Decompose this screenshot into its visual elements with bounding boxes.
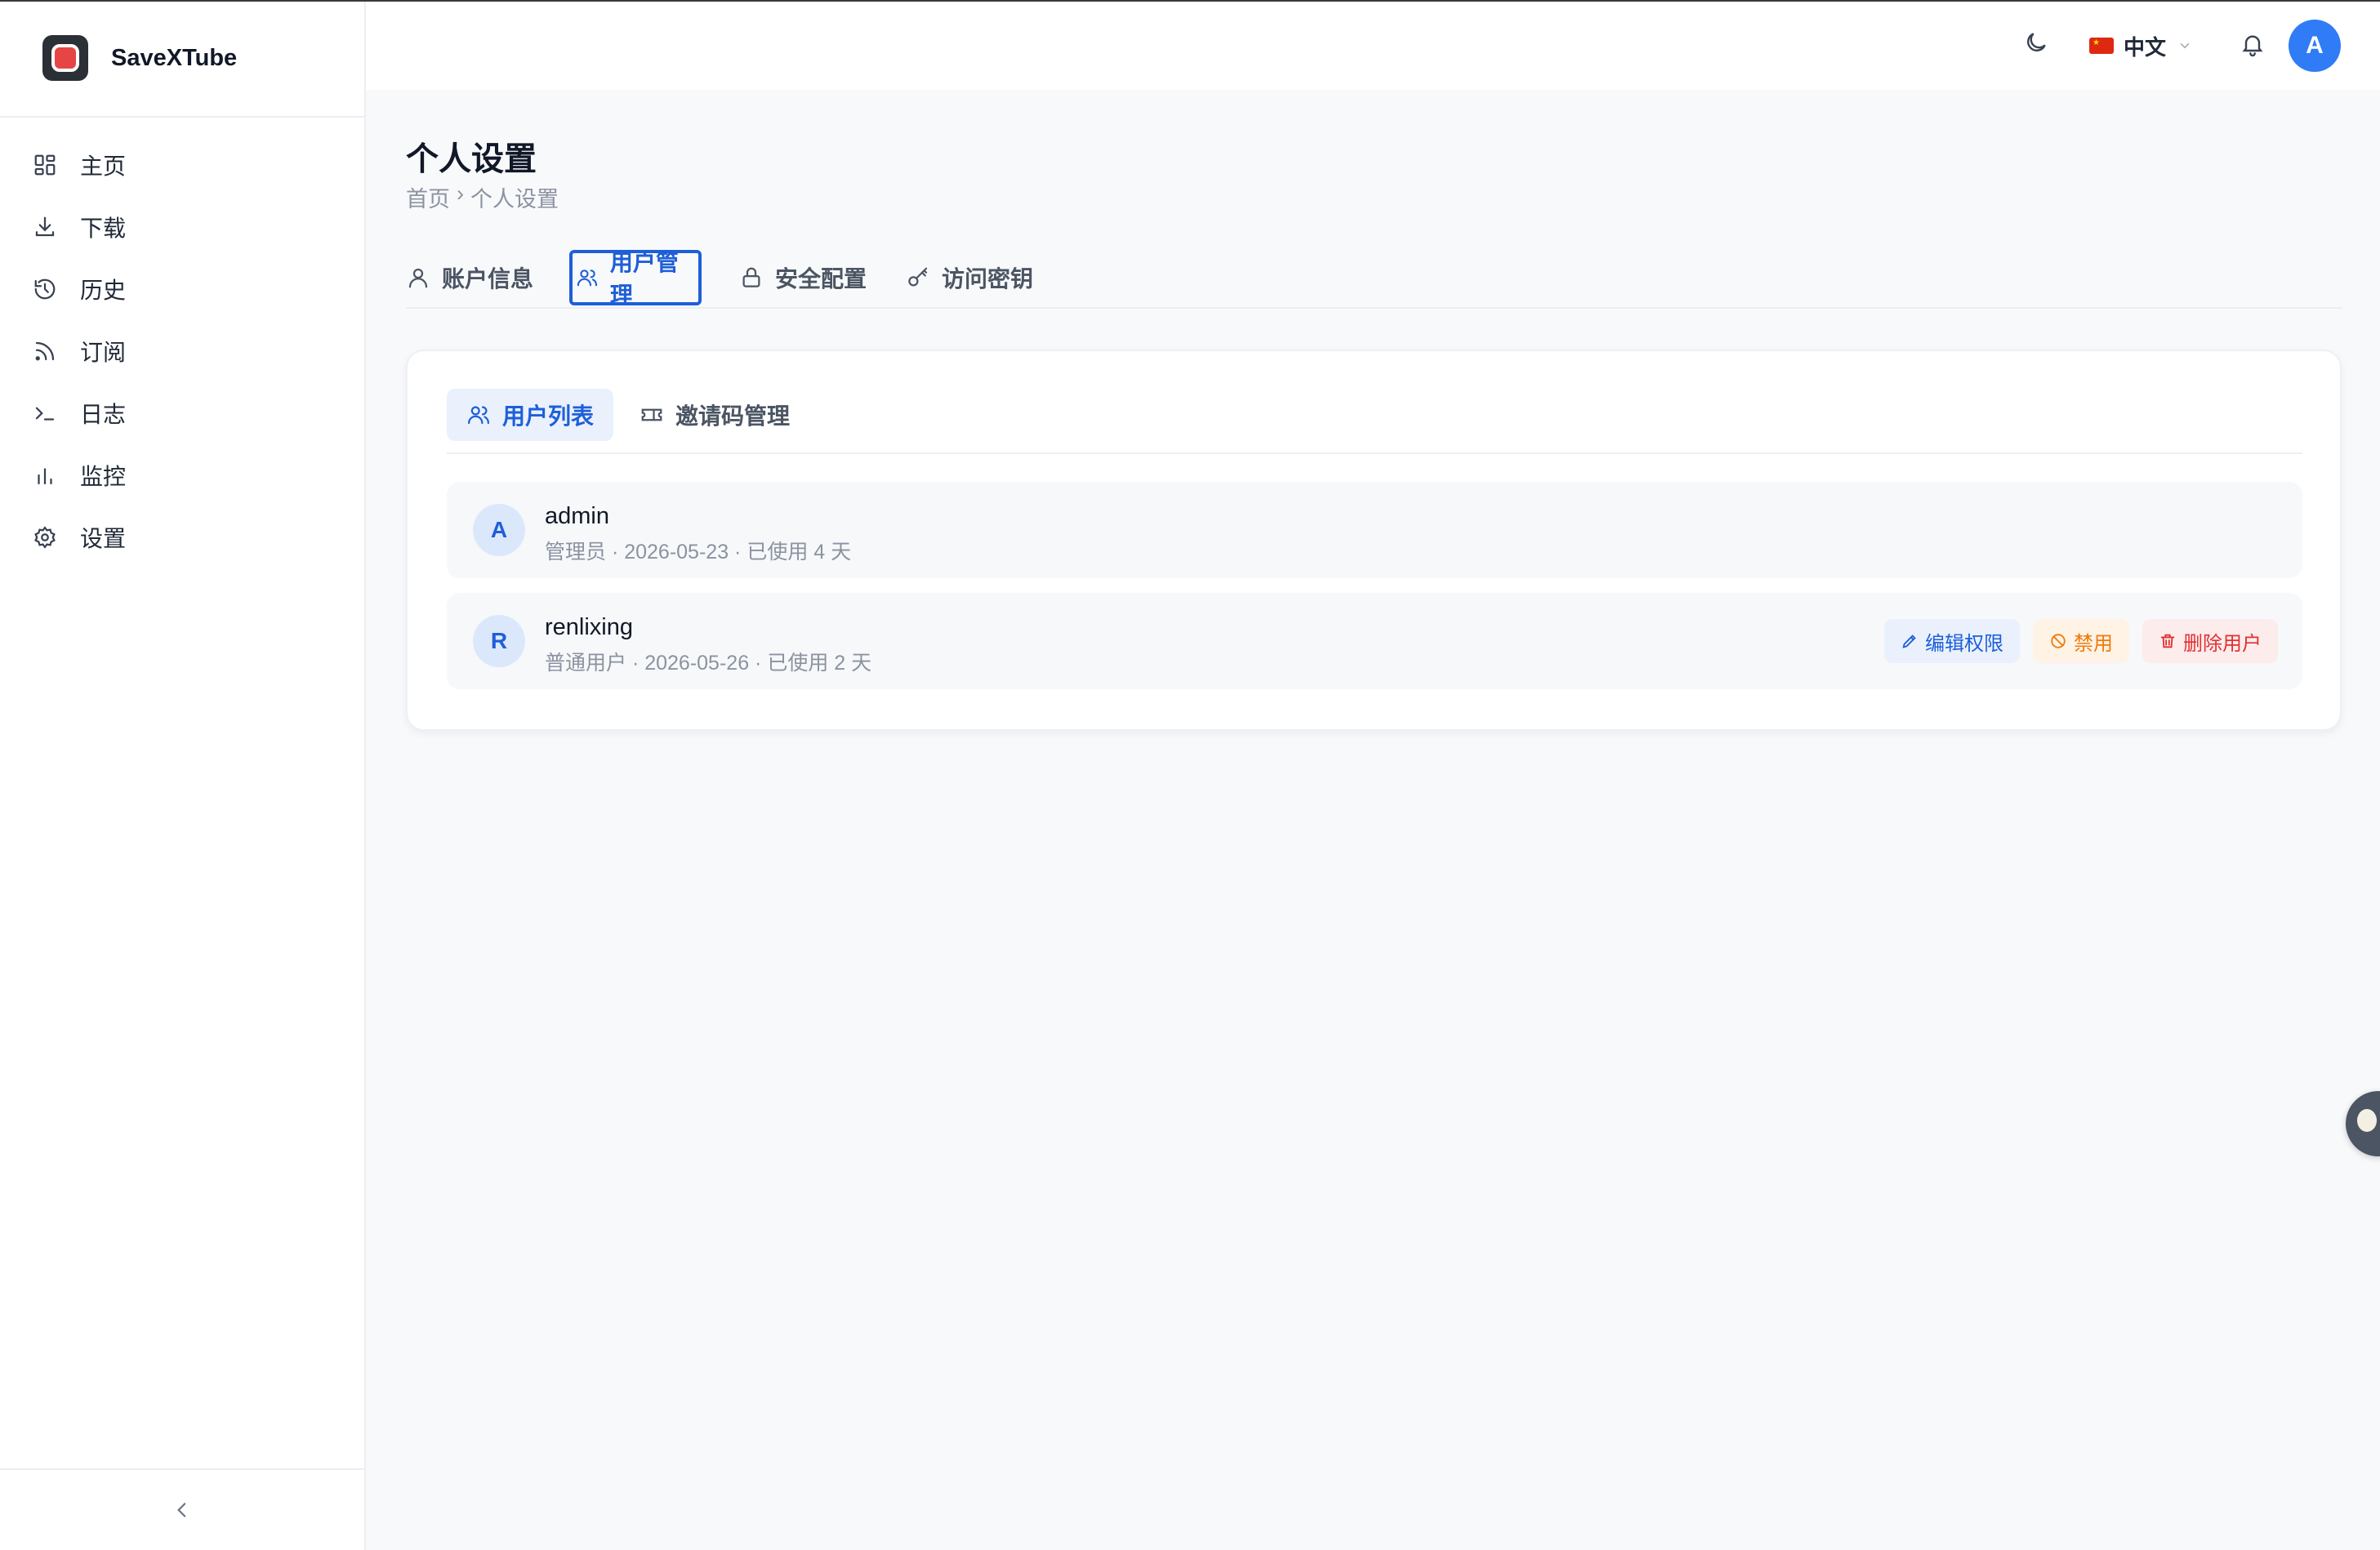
- sidebar-item-label: 日志: [80, 402, 127, 427]
- sidebar: SaveXTube 主页 下载 历史 订阅 日志 监控 设置: [0, 0, 366, 1550]
- brand[interactable]: SaveXTube: [0, 0, 364, 118]
- breadcrumb-current: 个人设置: [470, 187, 559, 212]
- ticket-icon: [641, 408, 662, 421]
- edit-permissions-button[interactable]: 编辑权限: [1884, 619, 2020, 663]
- settings-tabs: 账户信息 用户管理 安全配置 访问密钥: [406, 245, 2342, 309]
- delete-user-button[interactable]: 删除用户: [2142, 619, 2278, 663]
- sidebar-item-label: 下载: [80, 216, 127, 241]
- users-icon: [468, 406, 489, 425]
- sidebar-item-history[interactable]: 历史: [0, 258, 364, 320]
- user-name: admin: [545, 503, 609, 529]
- china-flag-icon: ★: [2089, 38, 2114, 54]
- sidebar-item-label: 设置: [80, 526, 127, 551]
- floating-assistant-button[interactable]: [2346, 1091, 2380, 1156]
- subtab-label: 用户列表: [502, 403, 595, 429]
- terminal-icon: [33, 401, 57, 425]
- subtab-user-list[interactable]: 用户列表: [447, 389, 614, 441]
- users-icon: [577, 269, 598, 287]
- tab-label: 安全配置: [775, 266, 867, 292]
- avatar: A: [473, 504, 525, 556]
- user-avatar-button[interactable]: A: [2289, 20, 2341, 72]
- rss-icon: [33, 339, 57, 363]
- history-icon: [33, 277, 57, 301]
- trash-icon: [2160, 634, 2175, 648]
- sidebar-nav: 主页 下载 历史 订阅 日志 监控 设置: [0, 118, 364, 568]
- user-management-card: 用户列表 邀请码管理 A admin 管理员 · 2026-05-23 · 已使…: [406, 350, 2342, 731]
- tab-label: 用户管理: [609, 250, 679, 308]
- sidebar-item-label: 订阅: [80, 340, 127, 365]
- pencil-icon: [1902, 635, 1916, 648]
- user-management-subtabs: 用户列表 邀请码管理: [447, 389, 2302, 454]
- sidebar-item-label: 监控: [80, 464, 127, 489]
- theme-toggle-button[interactable]: [2020, 26, 2052, 59]
- sidebar-item-logs[interactable]: 日志: [0, 382, 364, 444]
- tab-label: 访问密钥: [942, 266, 1034, 292]
- sidebar-item-monitor[interactable]: 监控: [0, 444, 364, 506]
- user-meta: 普通用户 · 2026-05-26 · 已使用 2 天: [545, 652, 872, 675]
- tab-account-info[interactable]: 账户信息: [406, 250, 533, 305]
- disable-user-button[interactable]: 禁用: [2033, 619, 2129, 663]
- disable-user-label: 禁用: [2074, 632, 2113, 655]
- bar-chart-icon: [33, 463, 57, 488]
- key-icon: [908, 267, 928, 287]
- avatar: R: [473, 615, 525, 667]
- tab-security-config[interactable]: 安全配置: [739, 250, 867, 305]
- sidebar-item-subscriptions[interactable]: 订阅: [0, 320, 364, 382]
- app-logo: [42, 35, 88, 81]
- user-row[interactable]: R renlixing 普通用户 · 2026-05-26 · 已使用 2 天 …: [447, 593, 2302, 689]
- sidebar-item-label: 历史: [80, 278, 127, 303]
- chevron-left-icon: [177, 1503, 186, 1517]
- download-icon: [33, 215, 57, 239]
- user-icon: [408, 268, 428, 288]
- lock-icon: [742, 267, 760, 287]
- top-header: ★ 中文 A: [366, 2, 2380, 90]
- user-actions: 编辑权限 禁用 删除用户: [1884, 619, 2278, 663]
- sidebar-item-settings[interactable]: 设置: [0, 506, 364, 568]
- user-row[interactable]: A admin 管理员 · 2026-05-23 · 已使用 4 天: [447, 482, 2302, 578]
- breadcrumb-home[interactable]: 首页: [406, 181, 450, 213]
- tab-access-keys[interactable]: 访问密钥: [906, 250, 1033, 305]
- mascot-icon: [2357, 1109, 2377, 1132]
- moon-icon: [2027, 33, 2046, 51]
- subtab-invite-codes[interactable]: 邀请码管理: [620, 389, 809, 441]
- bell-icon: [2242, 35, 2263, 57]
- app-name: SaveXTube: [111, 44, 238, 71]
- delete-user-label: 删除用户: [2183, 632, 2262, 655]
- subtab-label: 邀请码管理: [675, 403, 791, 429]
- page-title: 个人设置: [406, 141, 537, 177]
- language-selector[interactable]: ★ 中文: [2089, 29, 2192, 62]
- collapse-sidebar-button[interactable]: [0, 1468, 364, 1550]
- robot-logo-icon: [51, 44, 79, 72]
- tab-label: 账户信息: [442, 266, 534, 292]
- user-meta: 管理员 · 2026-05-23 · 已使用 4 天: [545, 541, 852, 563]
- notifications-button[interactable]: [2236, 28, 2269, 60]
- chevron-down-icon: [2180, 43, 2190, 49]
- sidebar-item-label: 主页: [80, 154, 127, 179]
- language-label: 中文: [2124, 34, 2167, 60]
- tab-user-management[interactable]: 用户管理: [569, 250, 702, 308]
- user-name: renlixing: [545, 614, 633, 640]
- dashboard-icon: [33, 153, 57, 177]
- edit-permissions-label: 编辑权限: [1925, 632, 2003, 655]
- breadcrumb-separator: ›: [457, 181, 464, 206]
- breadcrumb: 首页 › 个人设置: [406, 181, 559, 213]
- sidebar-item-download[interactable]: 下载: [0, 196, 364, 258]
- ban-icon: [2051, 634, 2066, 648]
- gear-icon: [33, 525, 57, 550]
- window-top-edge: [0, 0, 2380, 2]
- sidebar-item-home[interactable]: 主页: [0, 134, 364, 196]
